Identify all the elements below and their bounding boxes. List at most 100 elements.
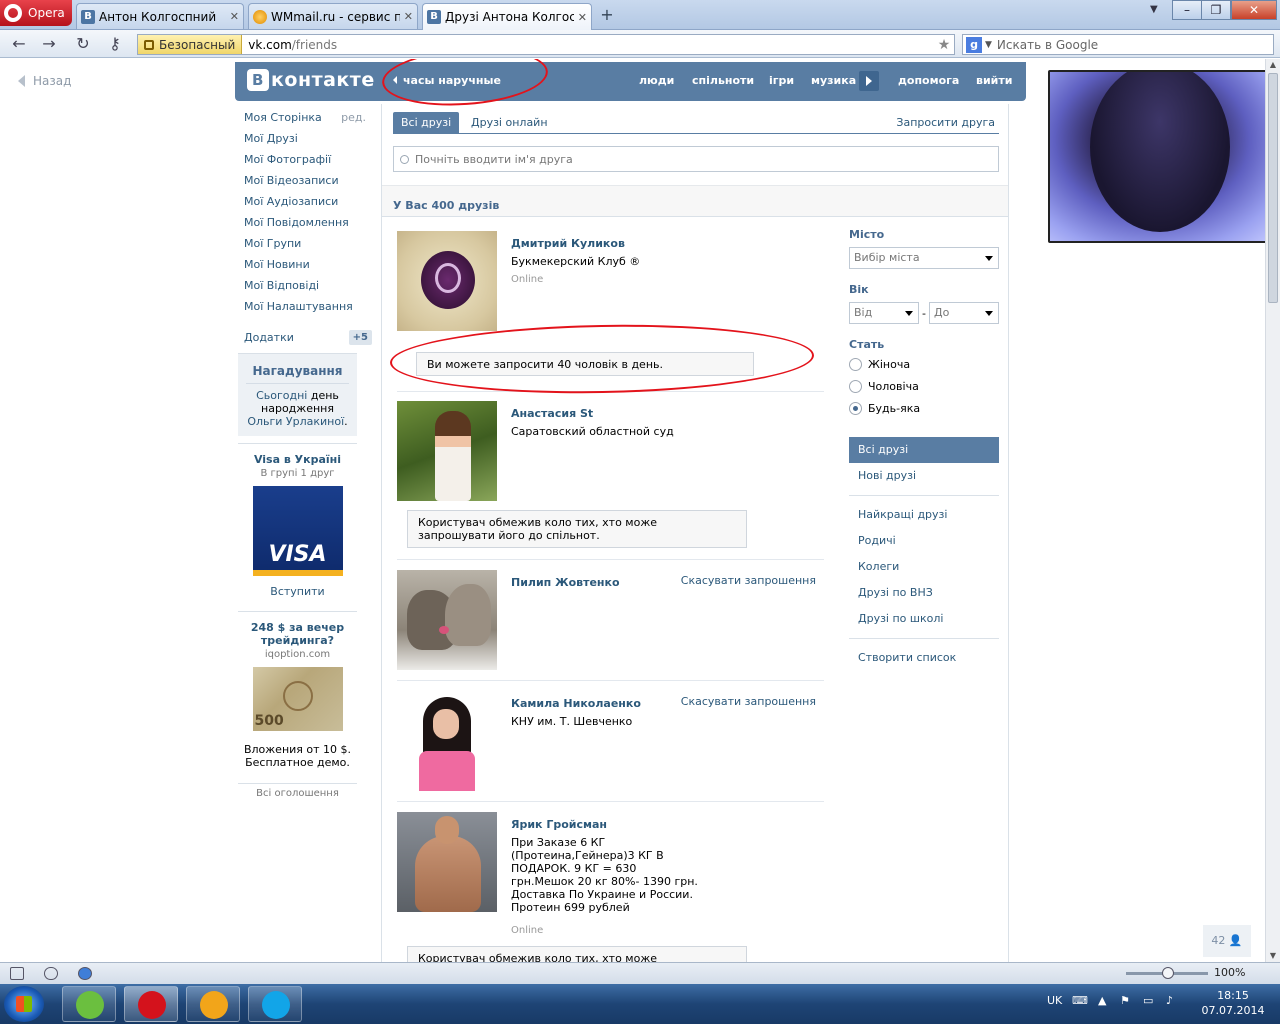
edit-link[interactable]: ред. xyxy=(341,111,366,125)
reminder-today-link[interactable]: Сьогодні xyxy=(256,389,307,402)
tab-list-icon[interactable]: ▼ xyxy=(1150,4,1158,15)
friend-name[interactable]: Ярик Гройсман xyxy=(511,818,607,831)
age-from-select[interactable]: Від xyxy=(849,302,919,324)
opera-unite-icon[interactable] xyxy=(44,967,58,980)
url-text[interactable]: vk.com/friends xyxy=(242,38,934,52)
sidebar-item-messages[interactable]: Мої Повідомлення xyxy=(244,216,372,237)
cancel-invite-link[interactable]: Скасувати запрошення xyxy=(681,574,816,587)
list-university[interactable]: Друзі по ВНЗ xyxy=(849,580,999,606)
nav-people[interactable]: люди xyxy=(639,74,674,87)
tab-friends-online[interactable]: Друзі онлайн xyxy=(463,112,556,134)
start-button[interactable] xyxy=(4,986,44,1022)
tab-all-friends[interactable]: Всі друзі xyxy=(393,112,460,134)
tab-close-icon[interactable]: ✕ xyxy=(230,10,239,23)
taskbar-skype[interactable] xyxy=(248,986,302,1022)
create-list-link[interactable]: Створити список xyxy=(849,645,999,671)
friend-avatar[interactable] xyxy=(397,812,497,912)
zoom-level[interactable]: 100% xyxy=(1214,966,1245,979)
sidebar-item-answers[interactable]: Мої Відповіді xyxy=(244,279,372,300)
list-all-friends[interactable]: Всі друзі xyxy=(849,437,999,463)
scrollbar-thumb[interactable] xyxy=(1268,73,1278,303)
ad-visa[interactable]: Visa в Україні В групі 1 друг VISA Вступ… xyxy=(238,443,357,605)
nav-logout[interactable]: вийти xyxy=(976,74,1012,87)
taskbar-aimp[interactable] xyxy=(186,986,240,1022)
friend-avatar[interactable] xyxy=(397,570,497,670)
list-relatives[interactable]: Родичі xyxy=(849,528,999,554)
back-link[interactable]: Назад xyxy=(18,74,71,88)
opera-menu-button[interactable]: Opera xyxy=(0,0,72,26)
page-scrollbar[interactable]: ▲ ▼ xyxy=(1265,59,1280,962)
taskbar-opera[interactable] xyxy=(124,986,178,1022)
taskbar-utorrent[interactable] xyxy=(62,986,116,1022)
friend-name[interactable]: Пилип Жовтенко xyxy=(511,576,620,589)
friend-name[interactable]: Анастасия St xyxy=(511,407,593,420)
sidebar-item-photos[interactable]: Мої Фотографії xyxy=(244,153,372,174)
back-icon[interactable]: ← xyxy=(8,34,30,54)
search-engine-dropdown-icon[interactable]: ▼ xyxy=(985,40,992,50)
friend-avatar[interactable] xyxy=(397,231,497,331)
tab-close-icon[interactable]: ✕ xyxy=(404,10,413,23)
sidebar-item-news[interactable]: Мої Новини xyxy=(244,258,372,279)
sidebar-item-audio[interactable]: Мої Аудіозаписи xyxy=(244,195,372,216)
minimize-icon[interactable]: – xyxy=(1172,0,1202,20)
sidebar-item-settings[interactable]: Мої Налаштування xyxy=(244,300,372,321)
opera-turbo-icon[interactable] xyxy=(78,967,92,980)
banknote-image[interactable]: 500 xyxy=(252,667,343,731)
friend-search-input[interactable]: Почніть вводити ім'я друга xyxy=(393,146,999,172)
tray-expand-icon[interactable]: ▲ xyxy=(1098,994,1106,1007)
sidebar-item-videos[interactable]: Мої Відеозаписи xyxy=(244,174,372,195)
search-engine-field[interactable]: g ▼ Искать в Google xyxy=(962,34,1274,55)
close-window-icon[interactable]: ✕ xyxy=(1231,0,1277,20)
friend-avatar[interactable] xyxy=(397,691,497,791)
list-colleagues[interactable]: Колеги xyxy=(849,554,999,580)
list-new-friends[interactable]: Нові друзі xyxy=(849,463,999,489)
sidebar-item-my-page[interactable]: Моя Сторінка ред. xyxy=(244,111,372,132)
browser-tab[interactable]: WMmail.ru - сервис п... ✕ xyxy=(248,3,418,29)
network-icon[interactable]: ▭ xyxy=(1143,994,1153,1007)
volume-icon[interactable]: ♪ xyxy=(1166,994,1173,1007)
bookmark-star-icon[interactable]: ★ xyxy=(934,37,954,53)
friend-avatar[interactable] xyxy=(397,401,497,501)
scroll-down-icon[interactable]: ▼ xyxy=(1266,950,1280,962)
ad-title[interactable]: 248 $ за вечер трейдинга? xyxy=(238,621,357,647)
scroll-up-icon[interactable]: ▲ xyxy=(1266,59,1280,71)
visa-logo-image[interactable]: VISA xyxy=(252,486,343,576)
zoom-slider[interactable] xyxy=(1126,967,1208,979)
forward-icon[interactable]: → xyxy=(38,34,60,54)
sidebar-item-apps[interactable]: Додатки +5 xyxy=(244,328,372,346)
webcam-overlay[interactable] xyxy=(1048,70,1265,243)
ad-iqoption[interactable]: 248 $ за вечер трейдинга? iqoption.com 5… xyxy=(238,611,357,779)
nav-games[interactable]: ігри xyxy=(769,74,794,87)
friend-name[interactable]: Камила Николаенко xyxy=(511,697,641,710)
system-clock[interactable]: 18:15 07.07.2014 xyxy=(1200,988,1266,1018)
sex-option-any[interactable]: Будь-яка xyxy=(849,397,999,419)
cancel-invite-link[interactable]: Скасувати запрошення xyxy=(681,695,816,708)
ad-title[interactable]: Visa в Україні xyxy=(238,453,357,466)
browser-tab-active[interactable]: В Друзі Антона Колгосп... ✕ xyxy=(422,3,592,30)
reminder-name-link[interactable]: Ольги Урлакиної xyxy=(247,415,344,428)
browser-tab[interactable]: В Антон Колгоспний ✕ xyxy=(76,3,244,29)
panel-toggle-icon[interactable] xyxy=(10,967,24,980)
key-icon[interactable]: ⚷ xyxy=(104,34,126,54)
list-best-friends[interactable]: Найкращі друзі xyxy=(849,502,999,528)
ad-join-link[interactable]: Вступити xyxy=(238,585,357,598)
sex-option-male[interactable]: Чоловіча xyxy=(849,375,999,397)
city-select[interactable]: Вибір міста xyxy=(849,247,999,269)
address-bar[interactable]: Безопасный vk.com/friends ★ xyxy=(137,34,955,55)
sex-option-female[interactable]: Жіноча xyxy=(849,353,999,375)
music-play-button[interactable] xyxy=(859,71,879,91)
apps-badge[interactable]: +5 xyxy=(348,329,372,345)
nav-help[interactable]: допомога xyxy=(898,74,959,87)
nav-music[interactable]: музика xyxy=(811,74,856,87)
nav-communities[interactable]: спільноти xyxy=(692,74,754,87)
new-tab-icon[interactable]: + xyxy=(596,6,618,24)
reload-icon[interactable]: ↻ xyxy=(72,34,94,54)
keyboard-icon[interactable]: ⌨ xyxy=(1072,994,1088,1007)
all-ads-link[interactable]: Всі оголошення xyxy=(238,788,357,799)
age-to-select[interactable]: До xyxy=(929,302,999,324)
list-school[interactable]: Друзі по школі xyxy=(849,606,999,632)
sidebar-item-groups[interactable]: Мої Групи xyxy=(244,237,372,258)
tab-close-icon[interactable]: ✕ xyxy=(578,11,587,24)
action-center-icon[interactable]: ⚑ xyxy=(1120,994,1130,1007)
invite-friend-link[interactable]: Запросити друга xyxy=(888,112,999,134)
